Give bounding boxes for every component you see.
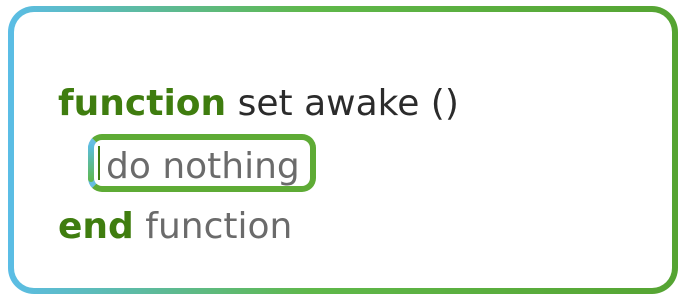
end-function-text: function <box>145 206 293 247</box>
function-end-line: end function <box>58 197 459 257</box>
code-block: function set awake () do nothing end fun… <box>14 12 672 288</box>
function-header-line: function set awake () <box>58 74 459 134</box>
function-keyword: function <box>58 83 227 124</box>
function-signature: set awake () <box>237 83 459 124</box>
do-nothing-statement: do nothing <box>106 146 300 187</box>
code-block-frame: function set awake () do nothing end fun… <box>8 6 678 294</box>
do-nothing-block[interactable]: do nothing <box>88 134 316 192</box>
end-keyword: end <box>58 206 134 247</box>
function-body-line: do nothing <box>88 134 459 197</box>
function-code: function set awake () do nothing end fun… <box>58 74 459 257</box>
insertion-cursor <box>98 146 100 180</box>
